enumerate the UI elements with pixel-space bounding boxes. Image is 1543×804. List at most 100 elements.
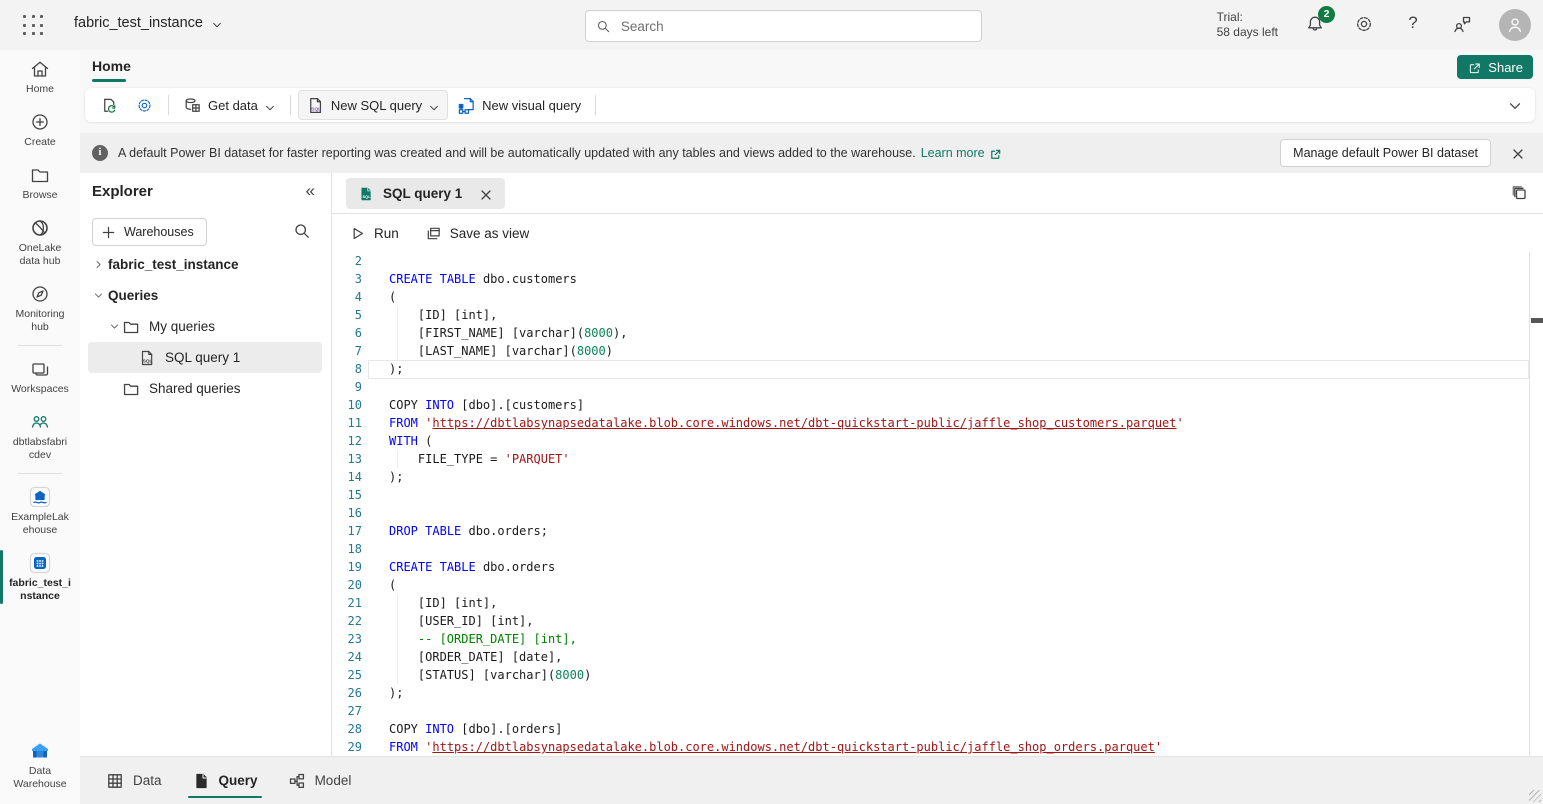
rail-item-workspaces[interactable]: Workspaces bbox=[0, 350, 80, 403]
rail-item-examplelakehouse[interactable]: ExampleLakehouse bbox=[0, 478, 80, 544]
gear-icon bbox=[1353, 13, 1375, 35]
view-tab-data[interactable]: Data bbox=[100, 757, 168, 804]
line-number: 29 bbox=[332, 738, 362, 756]
fabric-app-window: fabric_test_instance Trial: 58 days left… bbox=[0, 0, 1543, 804]
code-area[interactable]: 23CREATE TABLE dbo.customers4(5 [ID] [in… bbox=[332, 252, 1529, 756]
sql-query-tab[interactable]: SQL SQL query 1 bbox=[346, 178, 505, 209]
new-sql-query-button[interactable]: SQL New SQL query bbox=[298, 90, 448, 120]
view-tab-model[interactable]: Model bbox=[282, 757, 358, 804]
code-line-14[interactable]: 14); bbox=[332, 468, 1529, 486]
line-number: 28 bbox=[332, 720, 362, 738]
code-line-28[interactable]: 28COPY INTO [dbo].[orders] bbox=[332, 720, 1529, 738]
rail-item-label: ExampleLak bbox=[2, 511, 78, 524]
share-button[interactable]: Share bbox=[1457, 55, 1533, 79]
rail-item-data-warehouse[interactable]: DataWarehouse bbox=[0, 732, 80, 798]
new-visual-query-button[interactable]: New visual query bbox=[450, 91, 588, 119]
code-line-18[interactable]: 18 bbox=[332, 540, 1529, 558]
code-line-6[interactable]: 6 [FIRST_NAME] [varchar](8000), bbox=[332, 324, 1529, 342]
folder-icon bbox=[122, 380, 140, 398]
code-line-21[interactable]: 21 [ID] [int], bbox=[332, 594, 1529, 612]
refresh-dataset-button[interactable] bbox=[93, 91, 126, 119]
code-text: [ID] [int], bbox=[389, 594, 497, 612]
code-line-4[interactable]: 4( bbox=[332, 288, 1529, 306]
code-line-22[interactable]: 22 [USER_ID] [int], bbox=[332, 612, 1529, 630]
code-line-19[interactable]: 19CREATE TABLE dbo.orders bbox=[332, 558, 1529, 576]
tree-item-sql-query-1[interactable]: SQLSQL query 1 bbox=[88, 342, 322, 373]
rail-item-onelake-data-hub[interactable]: OneLakedata hub bbox=[0, 209, 80, 275]
collapse-explorer-button[interactable]: « bbox=[306, 181, 315, 201]
rail-item-create[interactable]: Create bbox=[0, 103, 80, 156]
close-icon bbox=[1511, 146, 1525, 160]
chevron-down-icon[interactable] bbox=[106, 319, 122, 335]
app-launcher-icon[interactable] bbox=[22, 14, 46, 38]
explorer-search-icon[interactable] bbox=[293, 222, 311, 240]
onelake-icon bbox=[29, 217, 51, 239]
code-line-23[interactable]: 23 -- [ORDER_DATE] [int], bbox=[332, 630, 1529, 648]
code-line-2[interactable]: 2 bbox=[332, 252, 1529, 270]
view-tab-query[interactable]: Query bbox=[186, 757, 264, 804]
learn-more-link[interactable]: Learn more bbox=[921, 146, 985, 160]
manage-dataset-button[interactable]: Manage default Power BI dataset bbox=[1280, 139, 1491, 167]
account-avatar[interactable] bbox=[1499, 9, 1531, 41]
code-line-29[interactable]: 29FROM 'https://dbtlabsynapsedatalake.bl… bbox=[332, 738, 1529, 756]
code-line-15[interactable]: 15 bbox=[332, 486, 1529, 504]
left-rail: HomeCreateBrowseOneLakedata hubMonitorin… bbox=[0, 50, 80, 804]
code-line-20[interactable]: 20( bbox=[332, 576, 1529, 594]
chevron-down-icon[interactable] bbox=[90, 288, 106, 304]
tree-item-fabric_test_instance[interactable]: fabric_test_instance bbox=[88, 249, 322, 280]
monitoring-icon bbox=[29, 283, 51, 305]
code-line-12[interactable]: 12WITH ( bbox=[332, 432, 1529, 450]
code-text: CREATE TABLE dbo.customers bbox=[389, 270, 577, 288]
dataset-settings-button[interactable] bbox=[128, 91, 161, 119]
help-button[interactable]: ? bbox=[1401, 13, 1425, 37]
collapse-ribbon-chevron[interactable] bbox=[1507, 97, 1523, 113]
code-line-24[interactable]: 24 [ORDER_DATE] [date], bbox=[332, 648, 1529, 666]
copy-icon[interactable] bbox=[1510, 184, 1528, 202]
code-line-8[interactable]: 8); bbox=[332, 360, 1529, 378]
rail-item-label: ehouse bbox=[2, 524, 78, 537]
save-as-view-button[interactable]: Save as view bbox=[425, 225, 530, 242]
tree-item-queries[interactable]: Queries bbox=[88, 280, 322, 311]
resize-grip[interactable] bbox=[1529, 790, 1541, 802]
tree-item-my-queries[interactable]: My queries bbox=[88, 311, 322, 342]
chevron-right-icon[interactable] bbox=[90, 257, 106, 273]
rail-item-fabric-test-instance[interactable]: fabric_test_instance bbox=[0, 544, 80, 610]
rail-item-label: Workspaces bbox=[2, 383, 78, 396]
toolbar-divider bbox=[595, 95, 596, 115]
search-input[interactable] bbox=[619, 18, 971, 35]
code-line-26[interactable]: 26); bbox=[332, 684, 1529, 702]
run-button[interactable]: Run bbox=[349, 225, 399, 242]
code-line-17[interactable]: 17DROP TABLE dbo.orders; bbox=[332, 522, 1529, 540]
rail-item-label: cdev bbox=[2, 449, 78, 462]
code-line-27[interactable]: 27 bbox=[332, 702, 1529, 720]
tree-item-shared-queries[interactable]: Shared queries bbox=[88, 373, 322, 404]
ribbon-tab-home[interactable]: Home bbox=[84, 56, 139, 80]
code-text: ); bbox=[389, 684, 403, 702]
code-line-5[interactable]: 5 [ID] [int], bbox=[332, 306, 1529, 324]
rail-item-home[interactable]: Home bbox=[0, 50, 80, 103]
notifications-button[interactable]: 2 bbox=[1303, 13, 1327, 37]
people-icon bbox=[29, 411, 51, 433]
query-editor-pane: SQL SQL query 1 Run Save as view 23CREAT… bbox=[332, 173, 1543, 756]
rail-item-dbtlabsfabricdev[interactable]: dbtlabsfabricdev bbox=[0, 403, 80, 469]
code-line-10[interactable]: 10COPY INTO [dbo].[customers] bbox=[332, 396, 1529, 414]
sql-document-icon: SQL bbox=[138, 349, 156, 367]
code-line-7[interactable]: 7 [LAST_NAME] [varchar](8000) bbox=[332, 342, 1529, 360]
global-search[interactable] bbox=[585, 10, 982, 42]
code-line-9[interactable]: 9 bbox=[332, 378, 1529, 396]
workspace-title-menu[interactable]: fabric_test_instance bbox=[74, 15, 223, 31]
add-warehouses-button[interactable]: Warehouses bbox=[92, 218, 207, 246]
close-tab-icon[interactable] bbox=[479, 187, 493, 201]
code-line-3[interactable]: 3CREATE TABLE dbo.customers bbox=[332, 270, 1529, 288]
feedback-button[interactable] bbox=[1450, 13, 1474, 37]
code-line-13[interactable]: 13 FILE_TYPE = 'PARQUET' bbox=[332, 450, 1529, 468]
settings-button[interactable] bbox=[1352, 13, 1376, 37]
rail-item-browse[interactable]: Browse bbox=[0, 156, 80, 209]
code-line-25[interactable]: 25 [STATUS] [varchar](8000) bbox=[332, 666, 1529, 684]
code-line-16[interactable]: 16 bbox=[332, 504, 1529, 522]
banner-close-button[interactable] bbox=[1505, 140, 1531, 166]
get-data-button[interactable]: Get data bbox=[176, 91, 283, 119]
code-text: [LAST_NAME] [varchar](8000) bbox=[389, 342, 613, 360]
rail-item-monitoring-hub[interactable]: Monitoringhub bbox=[0, 275, 80, 341]
code-line-11[interactable]: 11FROM 'https://dbtlabsynapsedatalake.bl… bbox=[332, 414, 1529, 432]
